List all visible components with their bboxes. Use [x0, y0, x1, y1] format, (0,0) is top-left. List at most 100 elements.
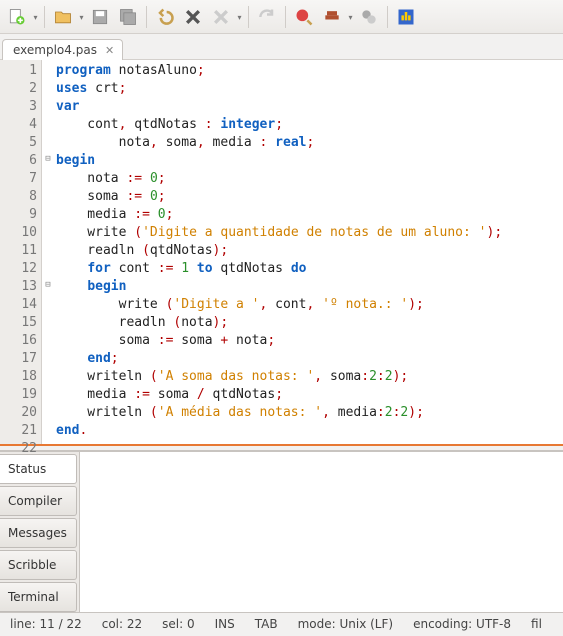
code-line[interactable]: soma := 0; [56, 188, 563, 206]
code-line[interactable]: media := soma / qtdNotas; [56, 386, 563, 404]
editor-tabs: exemplo4.pas ✕ [0, 34, 563, 60]
code-line[interactable]: media := 0; [56, 206, 563, 224]
fold-marker [42, 222, 54, 240]
code-line[interactable]: writeln ('A soma das notas: ', soma:2:2)… [56, 368, 563, 386]
fold-marker [42, 312, 54, 330]
line-number: 13 [0, 278, 37, 296]
close-button[interactable] [180, 4, 206, 30]
code-line[interactable]: for cont := 1 to qtdNotas do [56, 260, 563, 278]
run-button[interactable] [291, 4, 317, 30]
code-line[interactable]: nota := 0; [56, 170, 563, 188]
line-gutter: 12345678910111213141516171819202122 [0, 60, 42, 444]
code-line[interactable]: cont, qtdNotas : integer; [56, 116, 563, 134]
code-editor[interactable]: 12345678910111213141516171819202122 ⊟⊟ p… [0, 60, 563, 446]
line-number: 2 [0, 80, 37, 98]
line-number: 10 [0, 224, 37, 242]
undo-button[interactable] [152, 4, 178, 30]
status-ins[interactable]: INS [205, 617, 245, 631]
code-line[interactable]: program notasAluno; [56, 62, 563, 80]
code-line[interactable]: soma := soma + nota; [56, 332, 563, 350]
fold-marker [42, 240, 54, 258]
line-number: 7 [0, 170, 37, 188]
fold-marker [42, 132, 54, 150]
fold-marker [42, 96, 54, 114]
fold-marker[interactable]: ⊟ [42, 150, 54, 168]
fold-marker [42, 348, 54, 366]
fold-marker [42, 384, 54, 402]
fold-marker [42, 330, 54, 348]
line-number: 17 [0, 350, 37, 368]
line-number: 6 [0, 152, 37, 170]
panel-tab-scribble[interactable]: Scribble [0, 550, 77, 580]
status-bar: line: 11 / 22 col: 22 sel: 0 INS TAB mod… [0, 612, 563, 634]
line-number: 19 [0, 386, 37, 404]
new-file-button[interactable] [4, 4, 30, 30]
code-line[interactable]: readln (nota); [56, 314, 563, 332]
fold-marker [42, 294, 54, 312]
code-line[interactable]: write ('Digite a ', cont, 'º nota.: '); [56, 296, 563, 314]
code-line[interactable]: end. [56, 422, 563, 440]
fold-marker [42, 186, 54, 204]
save-button[interactable] [87, 4, 113, 30]
status-sel: sel: 0 [152, 617, 204, 631]
new-file-dropdown[interactable]: ▾ [32, 11, 39, 22]
code-line[interactable]: begin [56, 152, 563, 170]
fold-marker [42, 204, 54, 222]
code-line[interactable]: begin [56, 278, 563, 296]
build-dropdown[interactable]: ▾ [347, 11, 354, 22]
line-number: 21 [0, 422, 37, 440]
tab-label: exemplo4.pas [13, 43, 97, 57]
line-number: 8 [0, 188, 37, 206]
fold-gutter[interactable]: ⊟⊟ [42, 60, 54, 444]
code-line[interactable]: write ('Digite a quantidade de notas de … [56, 224, 563, 242]
line-number: 11 [0, 242, 37, 260]
line-number: 12 [0, 260, 37, 278]
code-line[interactable]: uses crt; [56, 80, 563, 98]
line-number: 16 [0, 332, 37, 350]
status-mode[interactable]: mode: Unix (LF) [288, 617, 403, 631]
fold-marker [42, 114, 54, 132]
code-line[interactable]: end; [56, 350, 563, 368]
line-number: 3 [0, 98, 37, 116]
line-number: 1 [0, 62, 37, 80]
bottom-panel: StatusCompilerMessagesScribbleTerminal [0, 451, 563, 612]
panel-tab-messages[interactable]: Messages [0, 518, 77, 548]
code-line[interactable]: readln (qtdNotas); [56, 242, 563, 260]
status-file: fil [521, 617, 552, 631]
close-tab-icon[interactable]: ✕ [103, 44, 116, 57]
save-all-button[interactable] [115, 4, 141, 30]
panel-tab-status[interactable]: Status [0, 454, 77, 484]
open-file-button[interactable] [50, 4, 76, 30]
line-number: 5 [0, 134, 37, 152]
build-button[interactable] [319, 4, 345, 30]
fold-marker [42, 420, 54, 438]
open-file-dropdown[interactable]: ▾ [78, 11, 85, 22]
code-area[interactable]: program notasAluno;uses crt;var cont, qt… [54, 60, 563, 444]
file-tab[interactable]: exemplo4.pas ✕ [2, 39, 123, 60]
status-enc[interactable]: encoding: UTF-8 [403, 617, 521, 631]
line-number: 15 [0, 314, 37, 332]
status-col: col: 22 [92, 617, 152, 631]
fold-marker [42, 168, 54, 186]
panel-content [80, 452, 563, 612]
recent-dropdown[interactable]: ▾ [236, 11, 243, 22]
line-number: 14 [0, 296, 37, 314]
code-line[interactable]: writeln ('A média das notas: ', media:2:… [56, 404, 563, 422]
stop-button[interactable] [393, 4, 419, 30]
fold-marker [42, 60, 54, 78]
status-tab[interactable]: TAB [245, 617, 288, 631]
settings-button[interactable] [356, 4, 382, 30]
line-number: 20 [0, 404, 37, 422]
panel-tab-terminal[interactable]: Terminal [0, 582, 77, 612]
fold-marker[interactable]: ⊟ [42, 276, 54, 294]
delete-button[interactable] [208, 4, 234, 30]
line-number: 9 [0, 206, 37, 224]
code-line[interactable]: var [56, 98, 563, 116]
line-number: 4 [0, 116, 37, 134]
panel-tab-compiler[interactable]: Compiler [0, 486, 77, 516]
status-line: line: 11 / 22 [0, 617, 92, 631]
code-line[interactable]: nota, soma, media : real; [56, 134, 563, 152]
fold-marker [42, 258, 54, 276]
line-number: 18 [0, 368, 37, 386]
redo-button[interactable] [254, 4, 280, 30]
